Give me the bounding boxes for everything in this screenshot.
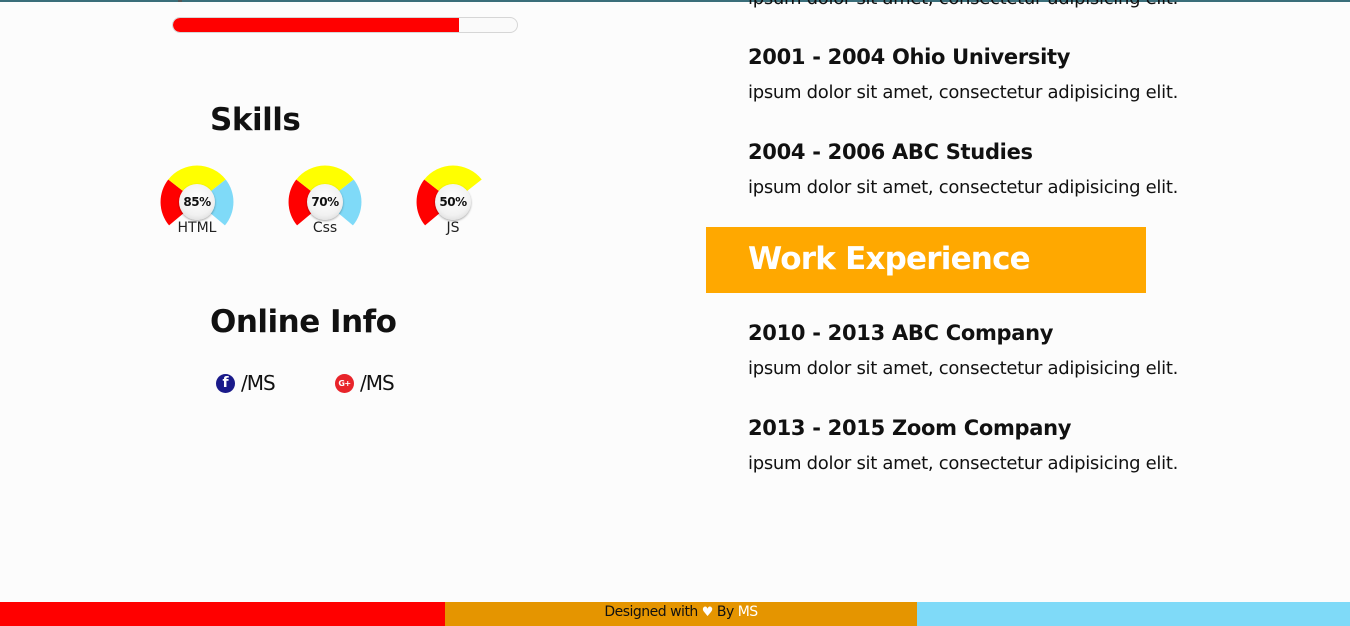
progress-label-fragment (178, 0, 182, 2)
google-plus-handle: /MS (360, 371, 395, 395)
google-plus-link[interactable]: G+ /MS (335, 371, 395, 395)
footer-designed-with: Designed with (604, 604, 698, 620)
online-info-heading: Online Info (210, 304, 397, 340)
skill-gauge-html: 85% HTML (157, 162, 239, 242)
gauge-knob-html: 85% (179, 184, 215, 220)
footer-author-link[interactable]: MS (738, 604, 758, 620)
facebook-handle: /MS (241, 371, 276, 395)
heart-icon: ♥ (701, 605, 714, 620)
skill-gauge-css: 70% Css (285, 162, 367, 242)
education-entry-title: 2004 - 2006 ABC Studies (748, 140, 1033, 164)
education-desc-partial: ipsum dolor sit amet, consectetur adipis… (748, 0, 1178, 9)
gauge-knob-css: 70% (307, 184, 343, 220)
skill-label-html: HTML (177, 220, 217, 236)
education-entry-title: 2001 - 2004 Ohio University (748, 45, 1071, 69)
footer-by: By (716, 604, 734, 620)
work-entry-desc: ipsum dolor sit amet, consectetur adipis… (748, 358, 1178, 379)
language-progress-bar (172, 17, 518, 33)
skill-gauge-js: 50% JS (413, 162, 495, 242)
work-experience-heading: Work Experience (748, 241, 1031, 277)
facebook-icon: f (216, 373, 235, 393)
education-entry-desc: ipsum dolor sit amet, consectetur adipis… (748, 177, 1178, 198)
footer: Designed with ♥ By MS (0, 602, 1350, 626)
progress-bar-fill (173, 18, 459, 32)
education-entry-desc: ipsum dolor sit amet, consectetur adipis… (748, 82, 1178, 103)
work-experience-banner: Work Experience (706, 227, 1146, 293)
google-plus-icon: G+ (335, 373, 354, 393)
gauge-knob-js: 50% (435, 184, 471, 220)
facebook-link[interactable]: f /MS (216, 371, 276, 395)
work-entry-title: 2013 - 2015 Zoom Company (748, 416, 1072, 440)
work-entry-desc: ipsum dolor sit amet, consectetur adipis… (748, 453, 1178, 474)
footer-red-segment (0, 602, 445, 626)
skill-label-js: JS (446, 220, 460, 236)
skills-heading: Skills (210, 102, 301, 138)
footer-credit: Designed with ♥ By MS (445, 602, 917, 626)
footer-blue-segment (917, 602, 1350, 626)
work-entry-title: 2010 - 2013 ABC Company (748, 321, 1054, 345)
skill-label-css: Css (312, 220, 338, 236)
